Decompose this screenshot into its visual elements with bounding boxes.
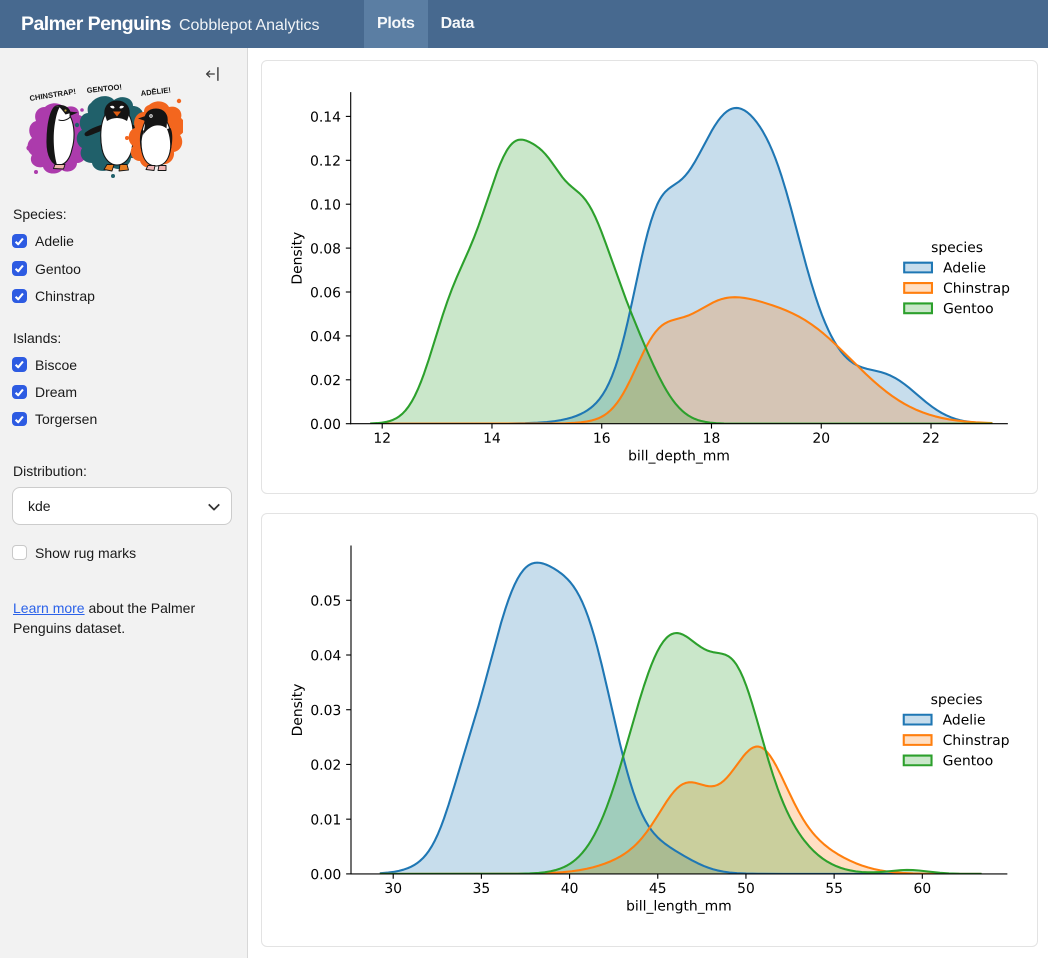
svg-text:GENTOO!: GENTOO! [86, 82, 122, 95]
svg-text:CHINSTRAP!: CHINSTRAP! [29, 87, 77, 103]
svg-text:ADĒLIE!: ADĒLIE! [140, 85, 171, 98]
